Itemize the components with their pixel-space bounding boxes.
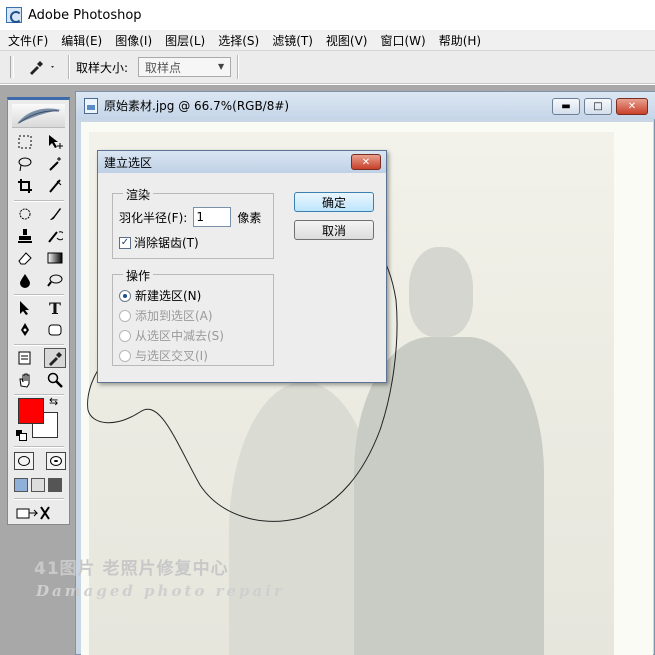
add-to-selection-radio (119, 309, 131, 322)
antialias-label: 消除锯齿(T) (134, 236, 199, 250)
intersect-selection-label: 与选区交叉(I) (135, 349, 208, 363)
operation-group-title: 操作 (123, 267, 154, 284)
watermark-line2: Damaged photo repair (36, 582, 285, 600)
foreground-color-swatch[interactable] (18, 398, 44, 424)
intersect-selection-radio (119, 349, 131, 362)
dialog-close-button[interactable]: ✕ (351, 154, 381, 170)
antialias-row[interactable]: ✓ 消除锯齿(T) (119, 234, 199, 251)
ok-button[interactable]: 确定 (294, 192, 374, 212)
operation-add: 添加到选区(A) (119, 307, 213, 324)
make-selection-dialog: 建立选区 ✕ 渲染 羽化半径(F): 像素 ✓ 消除锯齿(T) 操作 新建选区(… (97, 150, 387, 383)
watermark-line1: 41图片 老照片修复中心 (34, 559, 229, 579)
subtract-from-selection-radio (119, 329, 131, 342)
new-selection-radio[interactable] (119, 289, 131, 302)
dialog-title: 建立选区 (104, 155, 153, 170)
render-group-title: 渲染 (123, 186, 154, 203)
feather-label: 羽化半径(F): (119, 210, 188, 225)
new-selection-label: 新建选区(N) (135, 289, 202, 303)
dialog-titlebar[interactable]: 建立选区 (98, 151, 386, 173)
feather-unit: 像素 (237, 210, 262, 225)
feather-row: 羽化半径(F): 像素 (119, 207, 261, 227)
operation-new[interactable]: 新建选区(N) (119, 287, 201, 304)
subtract-from-selection-label: 从选区中减去(S) (135, 329, 224, 343)
render-group: 渲染 羽化半径(F): 像素 ✓ 消除锯齿(T) (112, 186, 274, 259)
operation-group: 操作 新建选区(N) 添加到选区(A) 从选区中减去(S) 与选区交叉(I) (112, 267, 274, 366)
operation-intersect: 与选区交叉(I) (119, 347, 208, 364)
operation-subtract: 从选区中减去(S) (119, 327, 224, 344)
cancel-button[interactable]: 取消 (294, 220, 374, 240)
antialias-checkbox[interactable]: ✓ (119, 236, 131, 249)
feather-radius-input[interactable] (193, 207, 232, 227)
add-to-selection-label: 添加到选区(A) (135, 309, 213, 323)
